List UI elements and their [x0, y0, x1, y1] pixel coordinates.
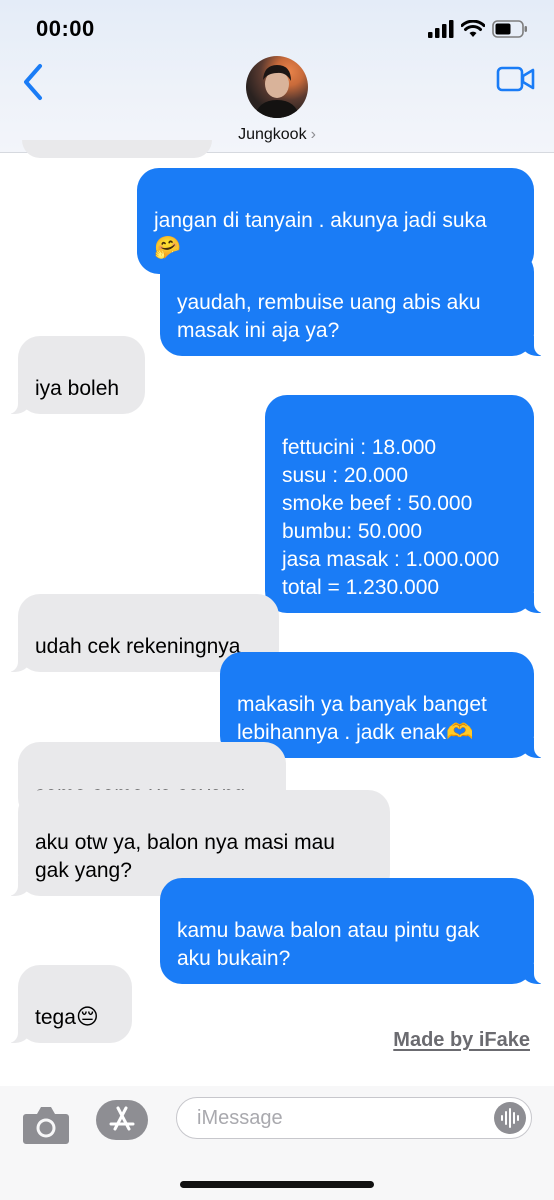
message-text: yaudah, rembuise uang abis aku masak ini…: [177, 291, 481, 342]
message-text: tega: [35, 1006, 76, 1029]
chevron-right-icon: ›: [310, 126, 316, 143]
imessage-input[interactable]: iMessage: [176, 1097, 532, 1139]
message-text: fettucini : 18.000 susu : 20.000 smoke b…: [282, 436, 500, 599]
made-by-watermark[interactable]: Made by iFake: [393, 1029, 530, 1052]
message-bubble-outgoing[interactable]: yaudah, rembuise uang abis aku masak ini…: [160, 250, 554, 356]
app-store-icon: [109, 1106, 135, 1131]
video-camera-icon: [496, 66, 535, 92]
input-placeholder: iMessage: [197, 1107, 283, 1129]
message-text: iya boleh: [35, 377, 120, 400]
app-store-button[interactable]: [96, 1100, 148, 1140]
message-text: aku otw ya, balon nya masi mau gak yang?: [35, 831, 335, 882]
conversation-header: 00:00 Jungkook ›: [0, 0, 554, 153]
message-text: jangan di tanyain . akunya jadi suka: [154, 209, 487, 232]
previous-message-edge: [22, 140, 212, 158]
contact-photo: [254, 65, 300, 118]
heart-hands-emoji: 🫶: [446, 720, 474, 745]
contact-name: Jungkook: [238, 126, 307, 143]
cellular-signal-icon: [428, 20, 454, 38]
message-bubble-incoming[interactable]: iya boleh: [0, 336, 145, 414]
status-icons: [428, 18, 528, 40]
home-indicator[interactable]: [180, 1181, 374, 1188]
camera-button[interactable]: [22, 1104, 70, 1146]
message-text: udah cek rekeningnya: [35, 635, 241, 658]
video-call-button[interactable]: [496, 64, 536, 94]
audio-message-button[interactable]: [494, 1102, 526, 1134]
contact-avatar[interactable]: [246, 56, 308, 118]
status-time: 00:00: [36, 16, 95, 41]
wifi-icon: [461, 20, 485, 37]
battery-icon: [492, 20, 527, 38]
chevron-left-icon: [24, 64, 42, 100]
message-bubble-incoming[interactable]: tega😔: [0, 965, 132, 1043]
message-bubble-outgoing[interactable]: kamu bawa balon atau pintu gak aku bukai…: [160, 878, 554, 984]
pensive-face-emoji: 😔: [75, 1005, 99, 1030]
message-bubble-outgoing[interactable]: fettucini : 18.000 susu : 20.000 smoke b…: [265, 395, 554, 613]
camera-icon: [23, 1107, 69, 1144]
audio-waveform-icon: [501, 1108, 519, 1128]
message-text: kamu bawa balon atau pintu gak aku bukai…: [177, 919, 480, 970]
back-button[interactable]: [16, 62, 52, 102]
